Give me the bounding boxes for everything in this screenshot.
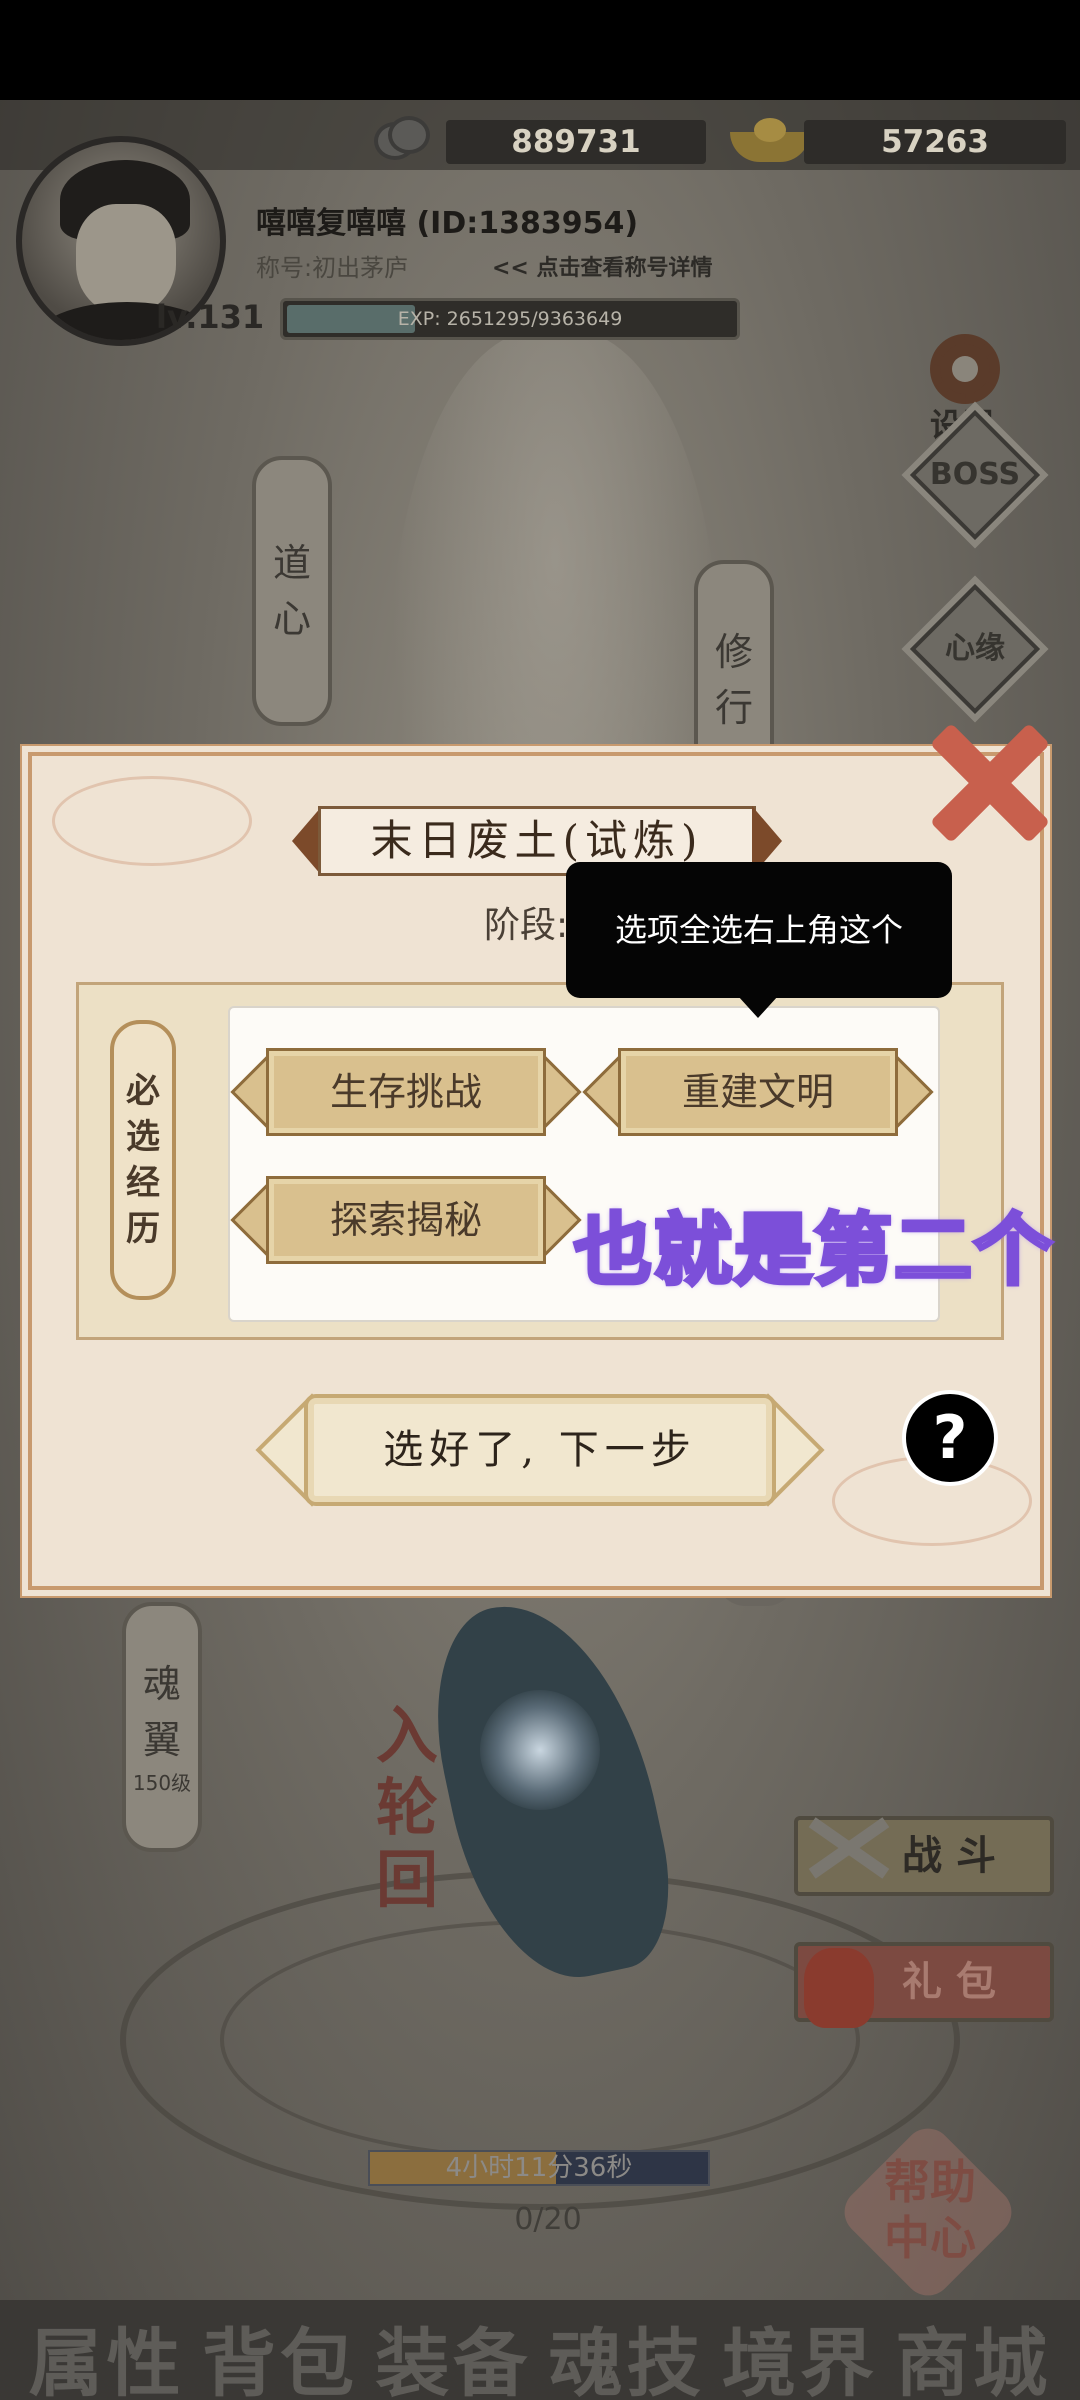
guide-tooltip: 选项全选右上角这个 — [566, 862, 952, 1018]
tooltip-text: 选项全选右上角这个 — [614, 911, 903, 949]
tag-char-3: 经 — [126, 1163, 160, 1203]
option-label: 探索揭秘 — [329, 1198, 482, 1242]
next-step-label: 选好了, 下一步 — [383, 1427, 697, 1473]
option-survival-challenge[interactable]: 生存挑战 — [230, 1044, 582, 1140]
next-step-button[interactable]: 选好了, 下一步 — [255, 1393, 825, 1507]
option-rebuild-civilization[interactable]: 重建文明 — [582, 1044, 934, 1140]
option-label: 生存挑战 — [329, 1070, 482, 1114]
stage-label: 阶段: — [484, 905, 569, 946]
option-explore-secrets[interactable]: 探索揭秘 — [230, 1172, 582, 1268]
video-caption: 也就是第二个 — [572, 1204, 1055, 1298]
tag-char-2: 选 — [126, 1117, 160, 1157]
tag-char-1: 必 — [126, 1071, 160, 1111]
question-mark: ? — [932, 1403, 968, 1473]
help-question-icon[interactable]: ? — [902, 1390, 998, 1486]
option-label: 重建文明 — [681, 1070, 834, 1114]
cloud-decoration — [52, 776, 252, 866]
required-experience-tag: 必 选 经 历 — [110, 1020, 176, 1300]
close-icon[interactable] — [920, 718, 1051, 848]
tag-char-4: 历 — [126, 1209, 160, 1249]
